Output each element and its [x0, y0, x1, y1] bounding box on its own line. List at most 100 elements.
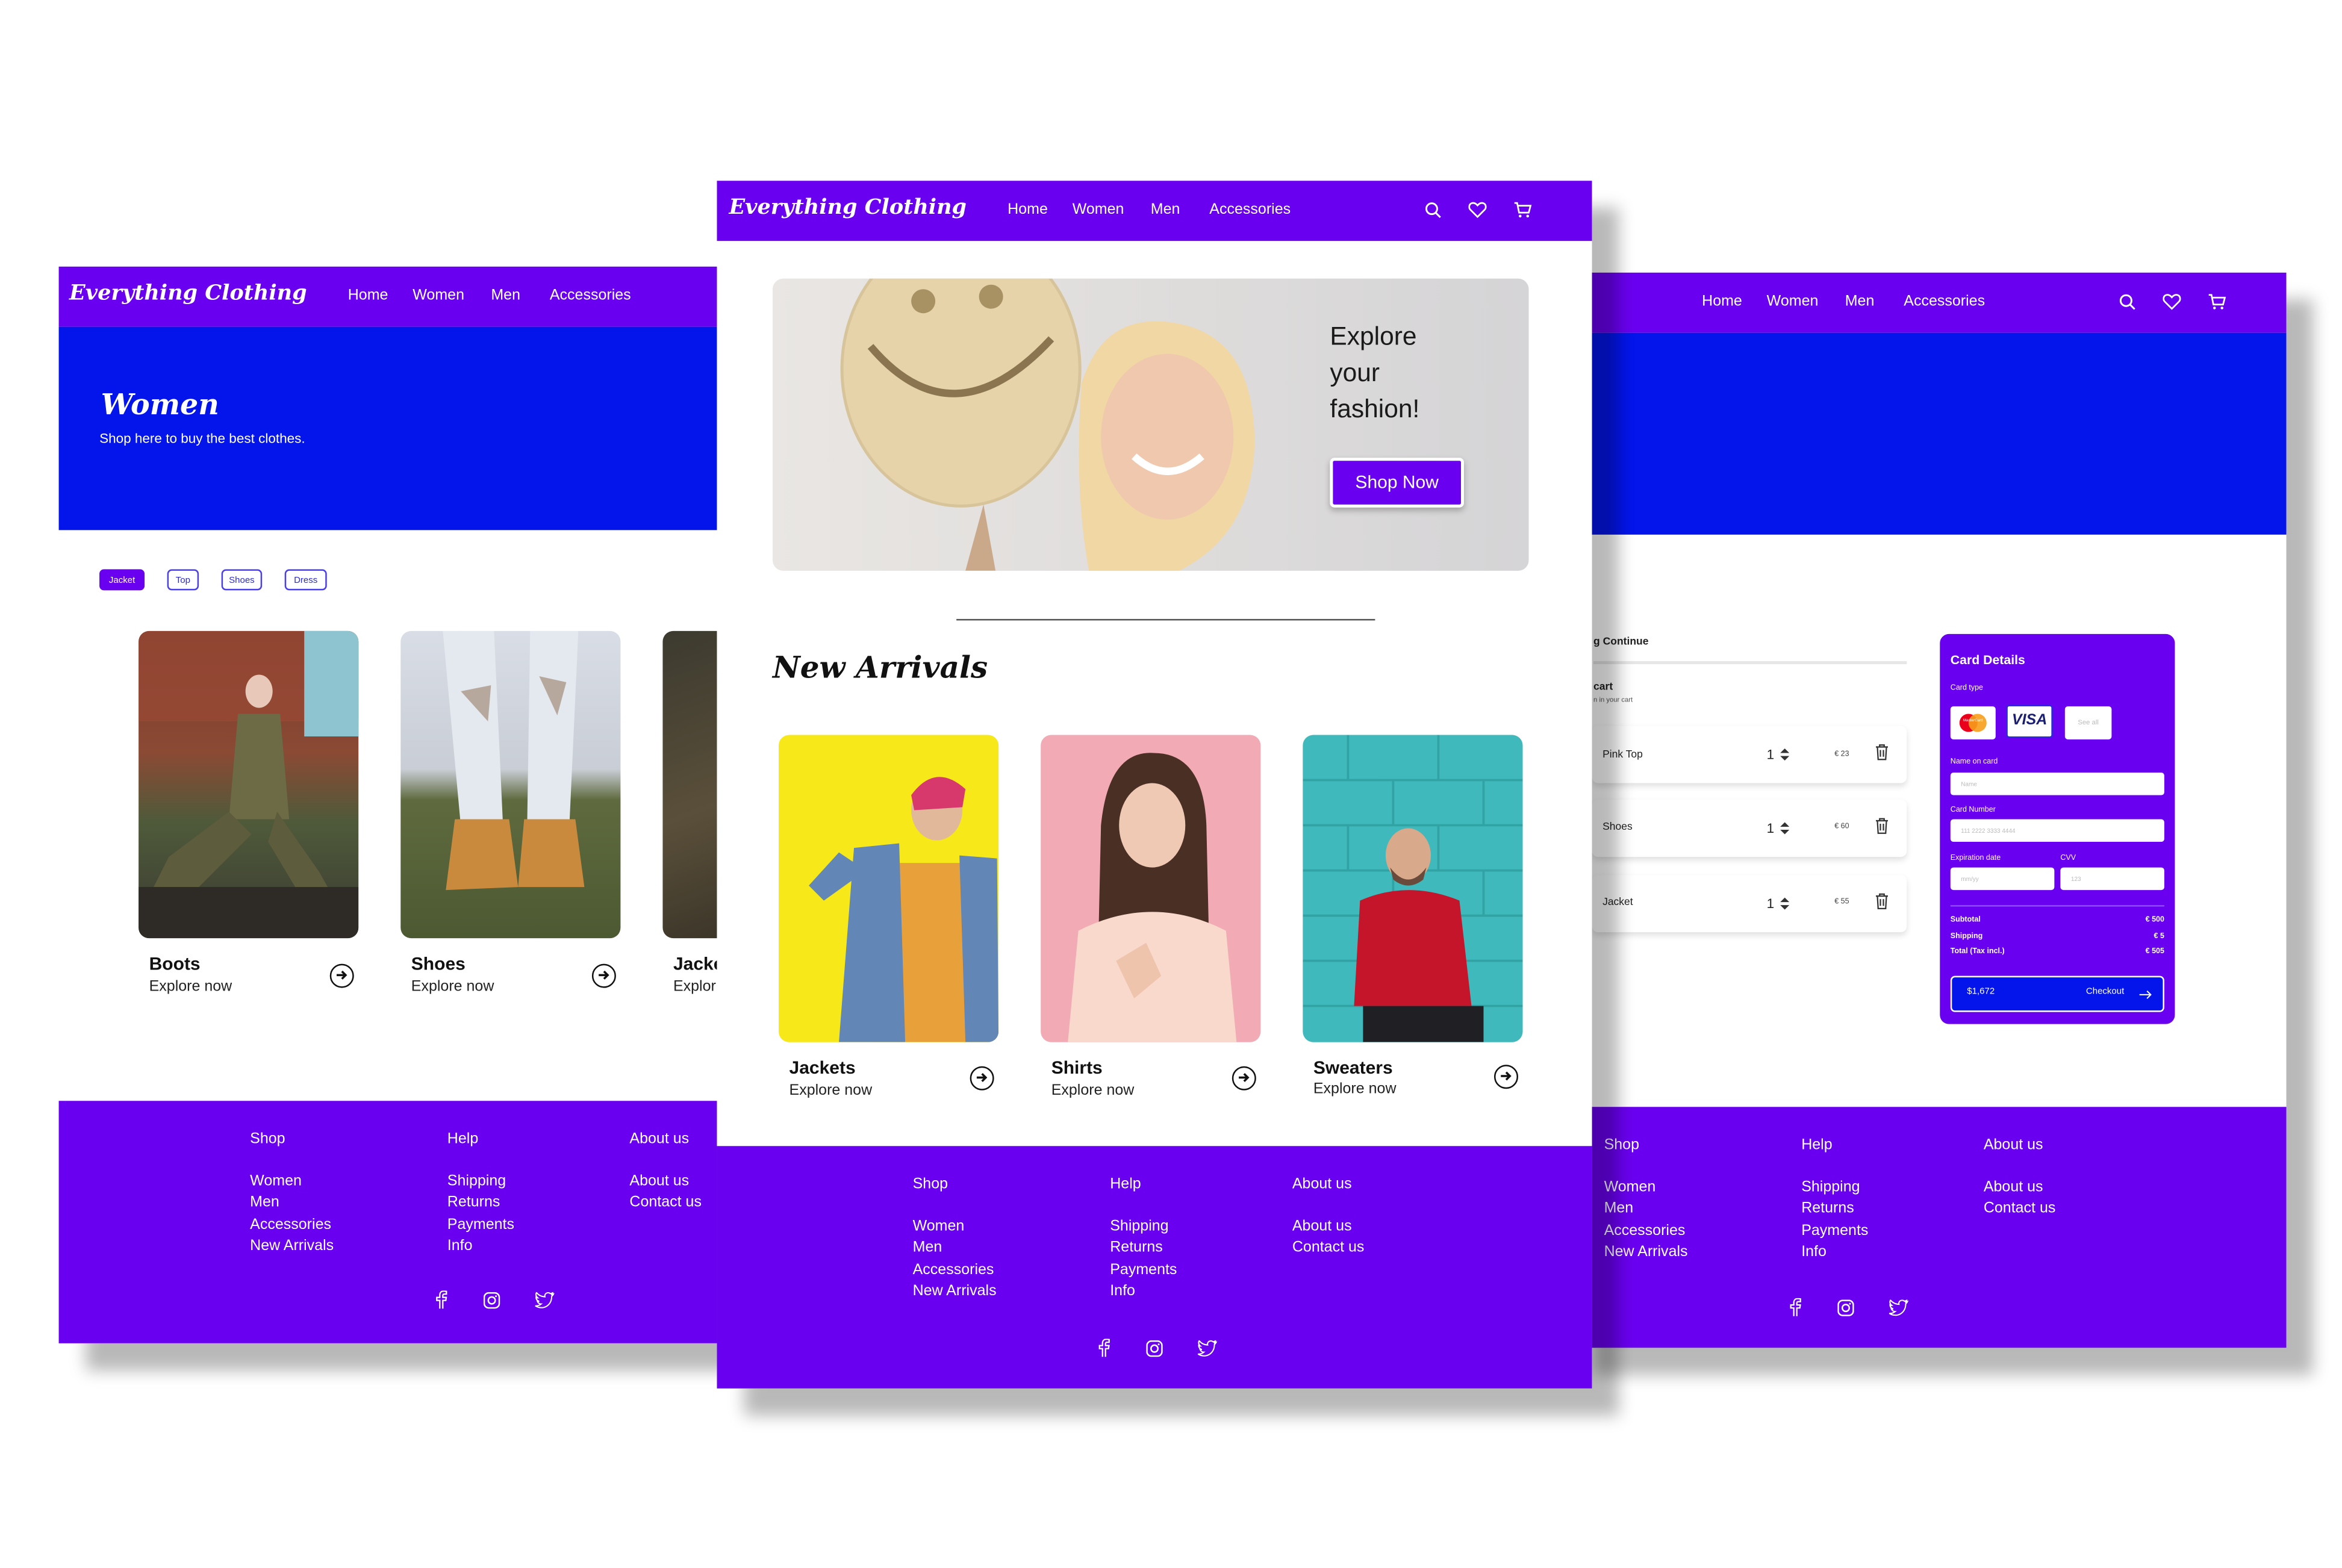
footer-link-returns[interactable]: Returns: [447, 1193, 500, 1215]
name-on-card-field[interactable]: Name: [1950, 773, 2164, 795]
instagram-icon[interactable]: [1146, 1340, 1163, 1357]
nav-home[interactable]: Home: [1007, 202, 1048, 219]
product-image-shirts[interactable]: [1041, 735, 1261, 1042]
footer-link-women[interactable]: Women: [913, 1217, 965, 1239]
footer-link-returns[interactable]: Returns: [1801, 1199, 1854, 1221]
product-image-jackets[interactable]: [779, 735, 999, 1042]
footer-link-contact-us[interactable]: Contact us: [1984, 1199, 2056, 1221]
cart-row[interactable]: Shoes 1 € 60: [1592, 800, 1907, 857]
trash-icon[interactable]: [1875, 818, 1889, 835]
see-all-button[interactable]: See all: [2064, 706, 2112, 739]
footer-link-men[interactable]: Men: [1604, 1199, 1634, 1221]
search-icon[interactable]: [1425, 202, 1442, 219]
nav-women[interactable]: Women: [413, 288, 464, 305]
footer-link-payments[interactable]: Payments: [1110, 1260, 1177, 1282]
nav-home[interactable]: Home: [348, 288, 388, 305]
nav-men[interactable]: Men: [1845, 294, 1875, 311]
cvv-field[interactable]: 123: [2060, 867, 2164, 891]
product-image-shoes[interactable]: [400, 630, 621, 939]
filter-dress[interactable]: Dress: [284, 569, 327, 591]
heart-icon[interactable]: [1468, 202, 1487, 219]
facebook-icon[interactable]: [434, 1290, 449, 1309]
footer-link-men[interactable]: Men: [250, 1193, 279, 1215]
footer-link-info[interactable]: Info: [1801, 1242, 1827, 1264]
nav-men[interactable]: Men: [491, 288, 520, 305]
heart-icon[interactable]: [2163, 294, 2181, 311]
footer-link-accessories[interactable]: Accessories: [1604, 1221, 1686, 1243]
product-title-jackets[interactable]: Jackets: [789, 1057, 856, 1078]
product-image-sweaters[interactable]: [1303, 735, 1523, 1042]
footer-link-contact-us[interactable]: Contact us: [1292, 1238, 1365, 1260]
product-image-jacket[interactable]: [662, 630, 721, 939]
visa-option[interactable]: VISA: [2006, 705, 2053, 738]
trash-icon[interactable]: [1875, 744, 1889, 761]
arrow-right-circle-icon[interactable]: [1232, 1066, 1256, 1090]
arrow-right-circle-icon[interactable]: [1493, 1065, 1519, 1089]
brand-logo[interactable]: Everything Clothing: [729, 196, 967, 220]
footer-link-shipping[interactable]: Shipping: [447, 1172, 506, 1193]
footer-link-about-us[interactable]: About us: [629, 1172, 689, 1193]
footer-link-women[interactable]: Women: [1604, 1178, 1656, 1199]
twitter-icon[interactable]: [535, 1292, 555, 1309]
search-icon[interactable]: [2119, 294, 2136, 311]
trash-icon[interactable]: [1875, 893, 1889, 910]
arrow-right-circle-icon[interactable]: [329, 963, 354, 988]
twitter-icon[interactable]: [1889, 1299, 1908, 1316]
checkout-button[interactable]: $1,672 Checkout: [1950, 975, 2164, 1012]
instagram-icon[interactable]: [483, 1292, 500, 1309]
footer-link-about-us[interactable]: About us: [1292, 1217, 1352, 1239]
product-title-shoes[interactable]: Shoes: [411, 953, 466, 974]
mastercard-option[interactable]: MasterCard: [1950, 706, 1996, 739]
expiration-field[interactable]: mm/yy: [1950, 867, 2055, 891]
sort-stepper-icon[interactable]: [1779, 821, 1791, 836]
cart-row[interactable]: Pink Top 1 € 23: [1592, 726, 1907, 783]
nav-accessories[interactable]: Accessories: [1209, 202, 1291, 219]
product-image-boots[interactable]: [139, 630, 359, 939]
cart-icon[interactable]: [2208, 294, 2226, 311]
footer-link-info[interactable]: Info: [1110, 1281, 1135, 1303]
footer-link-payments[interactable]: Payments: [447, 1215, 514, 1237]
product-title-sweaters[interactable]: Sweaters: [1313, 1057, 1393, 1078]
footer-link-new-arrivals[interactable]: New Arrivals: [913, 1281, 997, 1303]
footer-link-about-us[interactable]: About us: [1984, 1178, 2043, 1199]
cart-item-qty[interactable]: 1: [1767, 821, 1775, 836]
arrow-right-circle-icon[interactable]: [970, 1066, 994, 1090]
footer-link-new-arrivals[interactable]: New Arrivals: [1604, 1242, 1688, 1264]
footer-link-accessories[interactable]: Accessories: [250, 1215, 331, 1237]
nav-accessories[interactable]: Accessories: [550, 288, 631, 305]
brand-logo[interactable]: Everything Clothing: [69, 282, 307, 306]
cart-icon[interactable]: [1514, 202, 1532, 219]
footer-link-accessories[interactable]: Accessories: [913, 1260, 994, 1282]
facebook-icon[interactable]: [1788, 1298, 1803, 1316]
footer-link-new-arrivals[interactable]: New Arrivals: [250, 1236, 334, 1258]
filter-jacket[interactable]: Jacket: [99, 569, 145, 591]
sort-stepper-icon[interactable]: [1779, 896, 1791, 911]
footer-link-info[interactable]: Info: [447, 1236, 473, 1258]
product-title-shirts[interactable]: Shirts: [1051, 1057, 1103, 1078]
shop-now-button[interactable]: Shop Now: [1330, 458, 1464, 508]
footer-link-shipping[interactable]: Shipping: [1801, 1178, 1860, 1199]
instagram-icon[interactable]: [1837, 1299, 1854, 1316]
filter-top[interactable]: Top: [167, 569, 199, 591]
nav-men[interactable]: Men: [1151, 202, 1180, 219]
nav-accessories[interactable]: Accessories: [1904, 294, 1985, 311]
card-number-field[interactable]: 111 2222 3333 4444: [1950, 819, 2164, 842]
cart-item-qty[interactable]: 1: [1767, 747, 1775, 762]
nav-women[interactable]: Women: [1767, 294, 1819, 311]
nav-home[interactable]: Home: [1702, 294, 1742, 311]
footer-link-women[interactable]: Women: [250, 1172, 302, 1193]
footer-link-payments[interactable]: Payments: [1801, 1221, 1868, 1243]
nav-women[interactable]: Women: [1073, 202, 1124, 219]
continue-shopping-link[interactable]: g Continue: [1593, 637, 1648, 648]
facebook-icon[interactable]: [1097, 1339, 1112, 1357]
footer-link-shipping[interactable]: Shipping: [1110, 1217, 1168, 1239]
sort-stepper-icon[interactable]: [1779, 747, 1791, 762]
product-title-jacket[interactable]: Jacke: [673, 953, 721, 974]
filter-shoes[interactable]: Shoes: [221, 569, 263, 591]
product-title-boots[interactable]: Boots: [149, 953, 201, 974]
footer-link-returns[interactable]: Returns: [1110, 1238, 1163, 1260]
arrow-right-circle-icon[interactable]: [591, 963, 616, 988]
cart-row[interactable]: Jacket 1 € 55: [1592, 875, 1907, 933]
footer-link-contact-us[interactable]: Contact us: [629, 1193, 702, 1215]
cart-item-qty[interactable]: 1: [1767, 896, 1775, 911]
